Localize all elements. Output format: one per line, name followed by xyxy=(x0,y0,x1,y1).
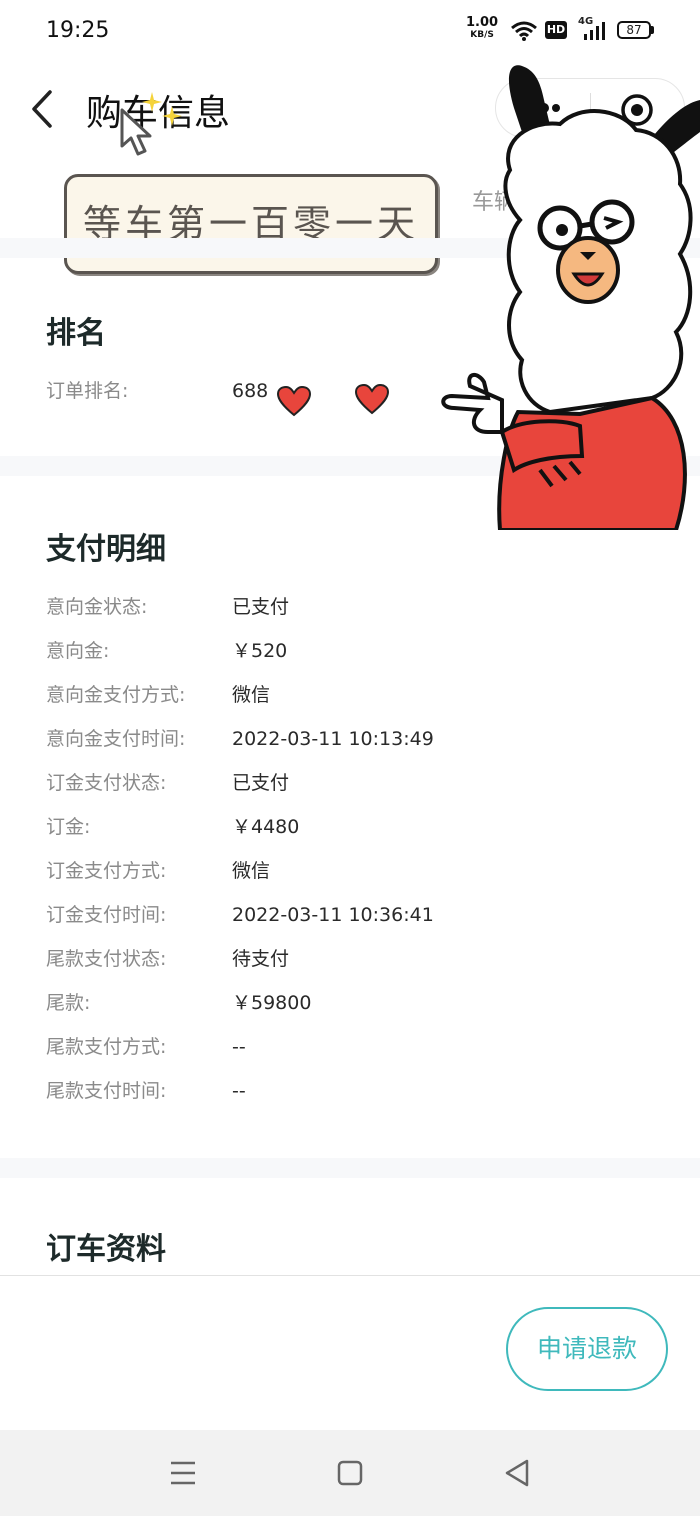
row-label: 意向金: xyxy=(46,640,110,662)
row-label: 订金支付状态: xyxy=(46,772,167,794)
ranking-value: 688 xyxy=(232,380,269,402)
payment-row: 尾款支付状态: 待支付 xyxy=(46,937,666,981)
chevron-left-icon[interactable] xyxy=(26,86,66,132)
wifi-icon xyxy=(511,21,537,41)
order-info-title: 订车资料 xyxy=(46,1232,166,1267)
row-value: 微信 xyxy=(232,684,271,706)
row-label: 订金支付时间: xyxy=(46,904,167,926)
payment-row: 订金支付方式: 微信 xyxy=(46,849,666,893)
status-time: 19:25 xyxy=(46,18,110,43)
heart-icon xyxy=(276,385,312,417)
row-value: -- xyxy=(232,1080,246,1102)
section-divider xyxy=(0,1158,700,1178)
row-label: 意向金状态: xyxy=(46,596,148,618)
network-speed: 1.00 KB/S xyxy=(466,15,499,41)
sparkle-icon xyxy=(142,92,182,126)
payment-row: 尾款支付时间: -- xyxy=(46,1069,666,1113)
row-label: 尾款支付方式: xyxy=(46,1036,167,1058)
payment-title: 支付明细 xyxy=(46,532,166,567)
payment-row: 尾款支付方式: -- xyxy=(46,1025,666,1069)
payment-row: 订金支付状态: 已支付 xyxy=(46,761,666,805)
banner-sticker: 等车第一百零一天 xyxy=(64,174,438,274)
bottom-bar-divider xyxy=(0,1275,700,1276)
row-value: 已支付 xyxy=(232,596,290,618)
row-value: 2022-03-11 10:36:41 xyxy=(232,904,434,926)
row-label: 意向金支付时间: xyxy=(46,728,186,750)
battery-icon: 87 xyxy=(617,21,651,39)
row-value: 待支付 xyxy=(232,948,290,970)
row-value: 微信 xyxy=(232,860,271,882)
row-label: 尾款支付时间: xyxy=(46,1080,167,1102)
row-value: ￥4480 xyxy=(232,816,300,838)
payment-row: 意向金: ￥520 xyxy=(46,629,666,673)
status-bar: 19:25 1.00 KB/S HD 4G 87 xyxy=(0,0,700,62)
refund-button[interactable]: 申请退款 xyxy=(506,1307,668,1391)
row-label: 尾款: xyxy=(46,992,91,1014)
ranking-title: 排名 xyxy=(46,316,106,351)
row-value: -- xyxy=(232,1036,246,1058)
row-label: 尾款支付状态: xyxy=(46,948,167,970)
row-label: 意向金支付方式: xyxy=(46,684,186,706)
network-speed-unit: KB/S xyxy=(470,30,494,40)
row-value: 已支付 xyxy=(232,772,290,794)
menu-icon[interactable] xyxy=(165,1455,201,1491)
row-value: ￥59800 xyxy=(232,992,312,1014)
back-triangle-icon[interactable] xyxy=(499,1455,535,1491)
row-value: 2022-03-11 10:13:49 xyxy=(232,728,434,750)
row-label: 订金: xyxy=(46,816,91,838)
payment-row: 订金: ￥4480 xyxy=(46,805,666,849)
alpaca-sticker xyxy=(441,65,700,530)
payment-row: 订金支付时间: 2022-03-11 10:36:41 xyxy=(46,893,666,937)
payment-row: 意向金支付时间: 2022-03-11 10:13:49 xyxy=(46,717,666,761)
row-label: 订金支付方式: xyxy=(46,860,167,882)
network-speed-value: 1.00 xyxy=(466,15,499,30)
battery-tip xyxy=(651,26,654,34)
home-icon[interactable] xyxy=(332,1455,368,1491)
payment-row: 尾款: ￥59800 xyxy=(46,981,666,1025)
signal-icon xyxy=(584,22,605,40)
hd-badge: HD xyxy=(545,21,567,39)
ranking-label: 订单排名: xyxy=(46,380,129,402)
payment-row: 意向金支付方式: 微信 xyxy=(46,673,666,717)
heart-icon xyxy=(354,383,390,415)
row-value: ￥520 xyxy=(232,640,288,662)
payment-row: 意向金状态: 已支付 xyxy=(46,585,666,629)
